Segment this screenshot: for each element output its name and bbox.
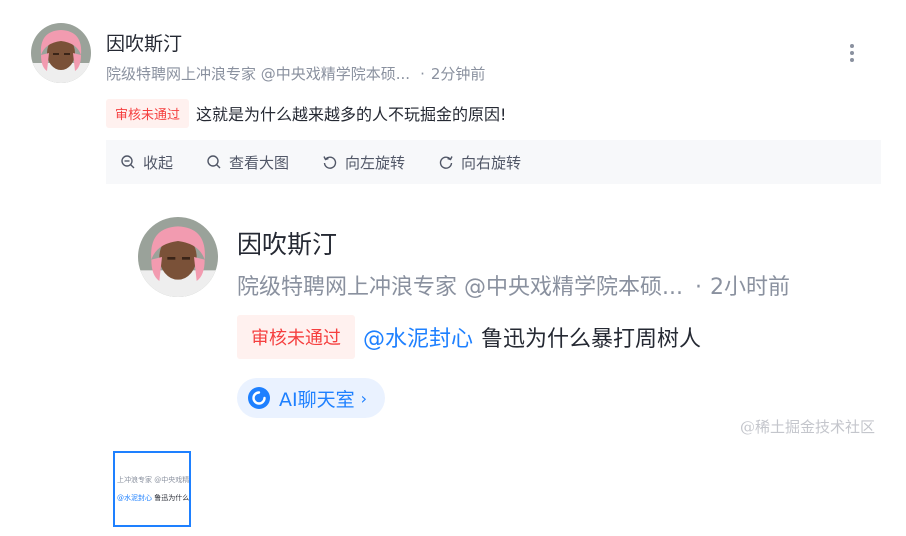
image-thumbnail[interactable]: 上冲浪专家 @中央戏精学院 @水泥封心 鲁迅为什么暴 — [113, 451, 191, 527]
zoom-out-icon — [121, 155, 135, 169]
chevron-right-icon: › — [360, 388, 368, 408]
preview-author-title: 院级特聘网上冲浪专家 @中央戏精学院本硕... — [237, 275, 683, 300]
thumbnail-line2: @水泥封心 鲁迅为什么暴 — [117, 493, 190, 503]
ai-icon — [248, 387, 270, 409]
collapse-label: 收起 — [143, 153, 174, 172]
ai-chip-label: AI聊天室 — [279, 388, 355, 411]
post-content: 审核未通过 这就是为什么越来越多的人不玩掘金的原因! — [106, 98, 506, 128]
preview-text: 鲁迅为什么暴打周树人 — [481, 327, 702, 352]
review-status-badge: 审核未通过 — [106, 98, 190, 128]
thumbnail-mention: @水泥封心 — [117, 494, 152, 502]
meta-separator: · — [420, 65, 425, 83]
collapse-button[interactable]: 收起 — [120, 152, 173, 173]
watermark: @稀土掘金技术社区 — [739, 418, 875, 436]
rotate-right-label: 向右旋转 — [461, 153, 522, 172]
rotate-right-button[interactable]: 向右旋转 — [438, 152, 521, 173]
avatar[interactable] — [31, 23, 91, 83]
rotate-left-button[interactable]: 向左旋转 — [322, 152, 405, 173]
preview-author-name: 因吹斯汀 — [237, 230, 338, 259]
author-meta: 院级特聘网上冲浪专家 @中央戏精学院本硕... · 2分钟前 — [106, 63, 485, 84]
post-card: 因吹斯汀 院级特聘网上冲浪专家 @中央戏精学院本硕... · 2分钟前 审核未通过 … — [0, 0, 906, 536]
view-large-button[interactable]: 查看大图 — [206, 152, 289, 173]
preview-content: 审核未通过 @水泥封心 鲁迅为什么暴打周树人 — [237, 315, 702, 359]
search-icon — [207, 155, 221, 169]
image-toolbar: 收起 查看大图 向左旋转 向右旋转 — [106, 140, 881, 184]
thumbnail-line1: 上冲浪专家 @中央戏精学院 — [117, 476, 190, 484]
rotate-right-icon — [439, 156, 453, 169]
preview-mention: @水泥封心 — [363, 327, 474, 352]
author-name[interactable]: 因吹斯汀 — [106, 29, 182, 56]
thumbnail-text: 鲁迅为什么暴 — [154, 494, 190, 502]
author-title: 院级特聘网上冲浪专家 @中央戏精学院本硕... — [106, 65, 411, 83]
view-large-label: 查看大图 — [229, 153, 290, 172]
preview-avatar — [138, 217, 218, 297]
more-icon[interactable] — [844, 44, 860, 66]
preview-author-meta: 院级特聘网上冲浪专家 @中央戏精学院本硕... · 2小时前 — [237, 269, 790, 301]
preview-review-status-badge: 审核未通过 — [237, 315, 355, 359]
post-time: 2分钟前 — [430, 65, 486, 83]
rotate-left-label: 向左旋转 — [345, 153, 406, 172]
rotate-left-icon — [323, 156, 337, 169]
preview-meta-separator: · — [694, 275, 702, 300]
preview-post-time: 2小时前 — [709, 275, 790, 300]
post-text: 这就是为什么越来越多的人不玩掘金的原因! — [196, 105, 507, 124]
preview-ai-chat-chip: AI聊天室 › — [237, 378, 385, 418]
image-preview[interactable]: 因吹斯汀 院级特聘网上冲浪专家 @中央戏精学院本硕... · 2小时前 审核未通过 … — [106, 184, 881, 440]
